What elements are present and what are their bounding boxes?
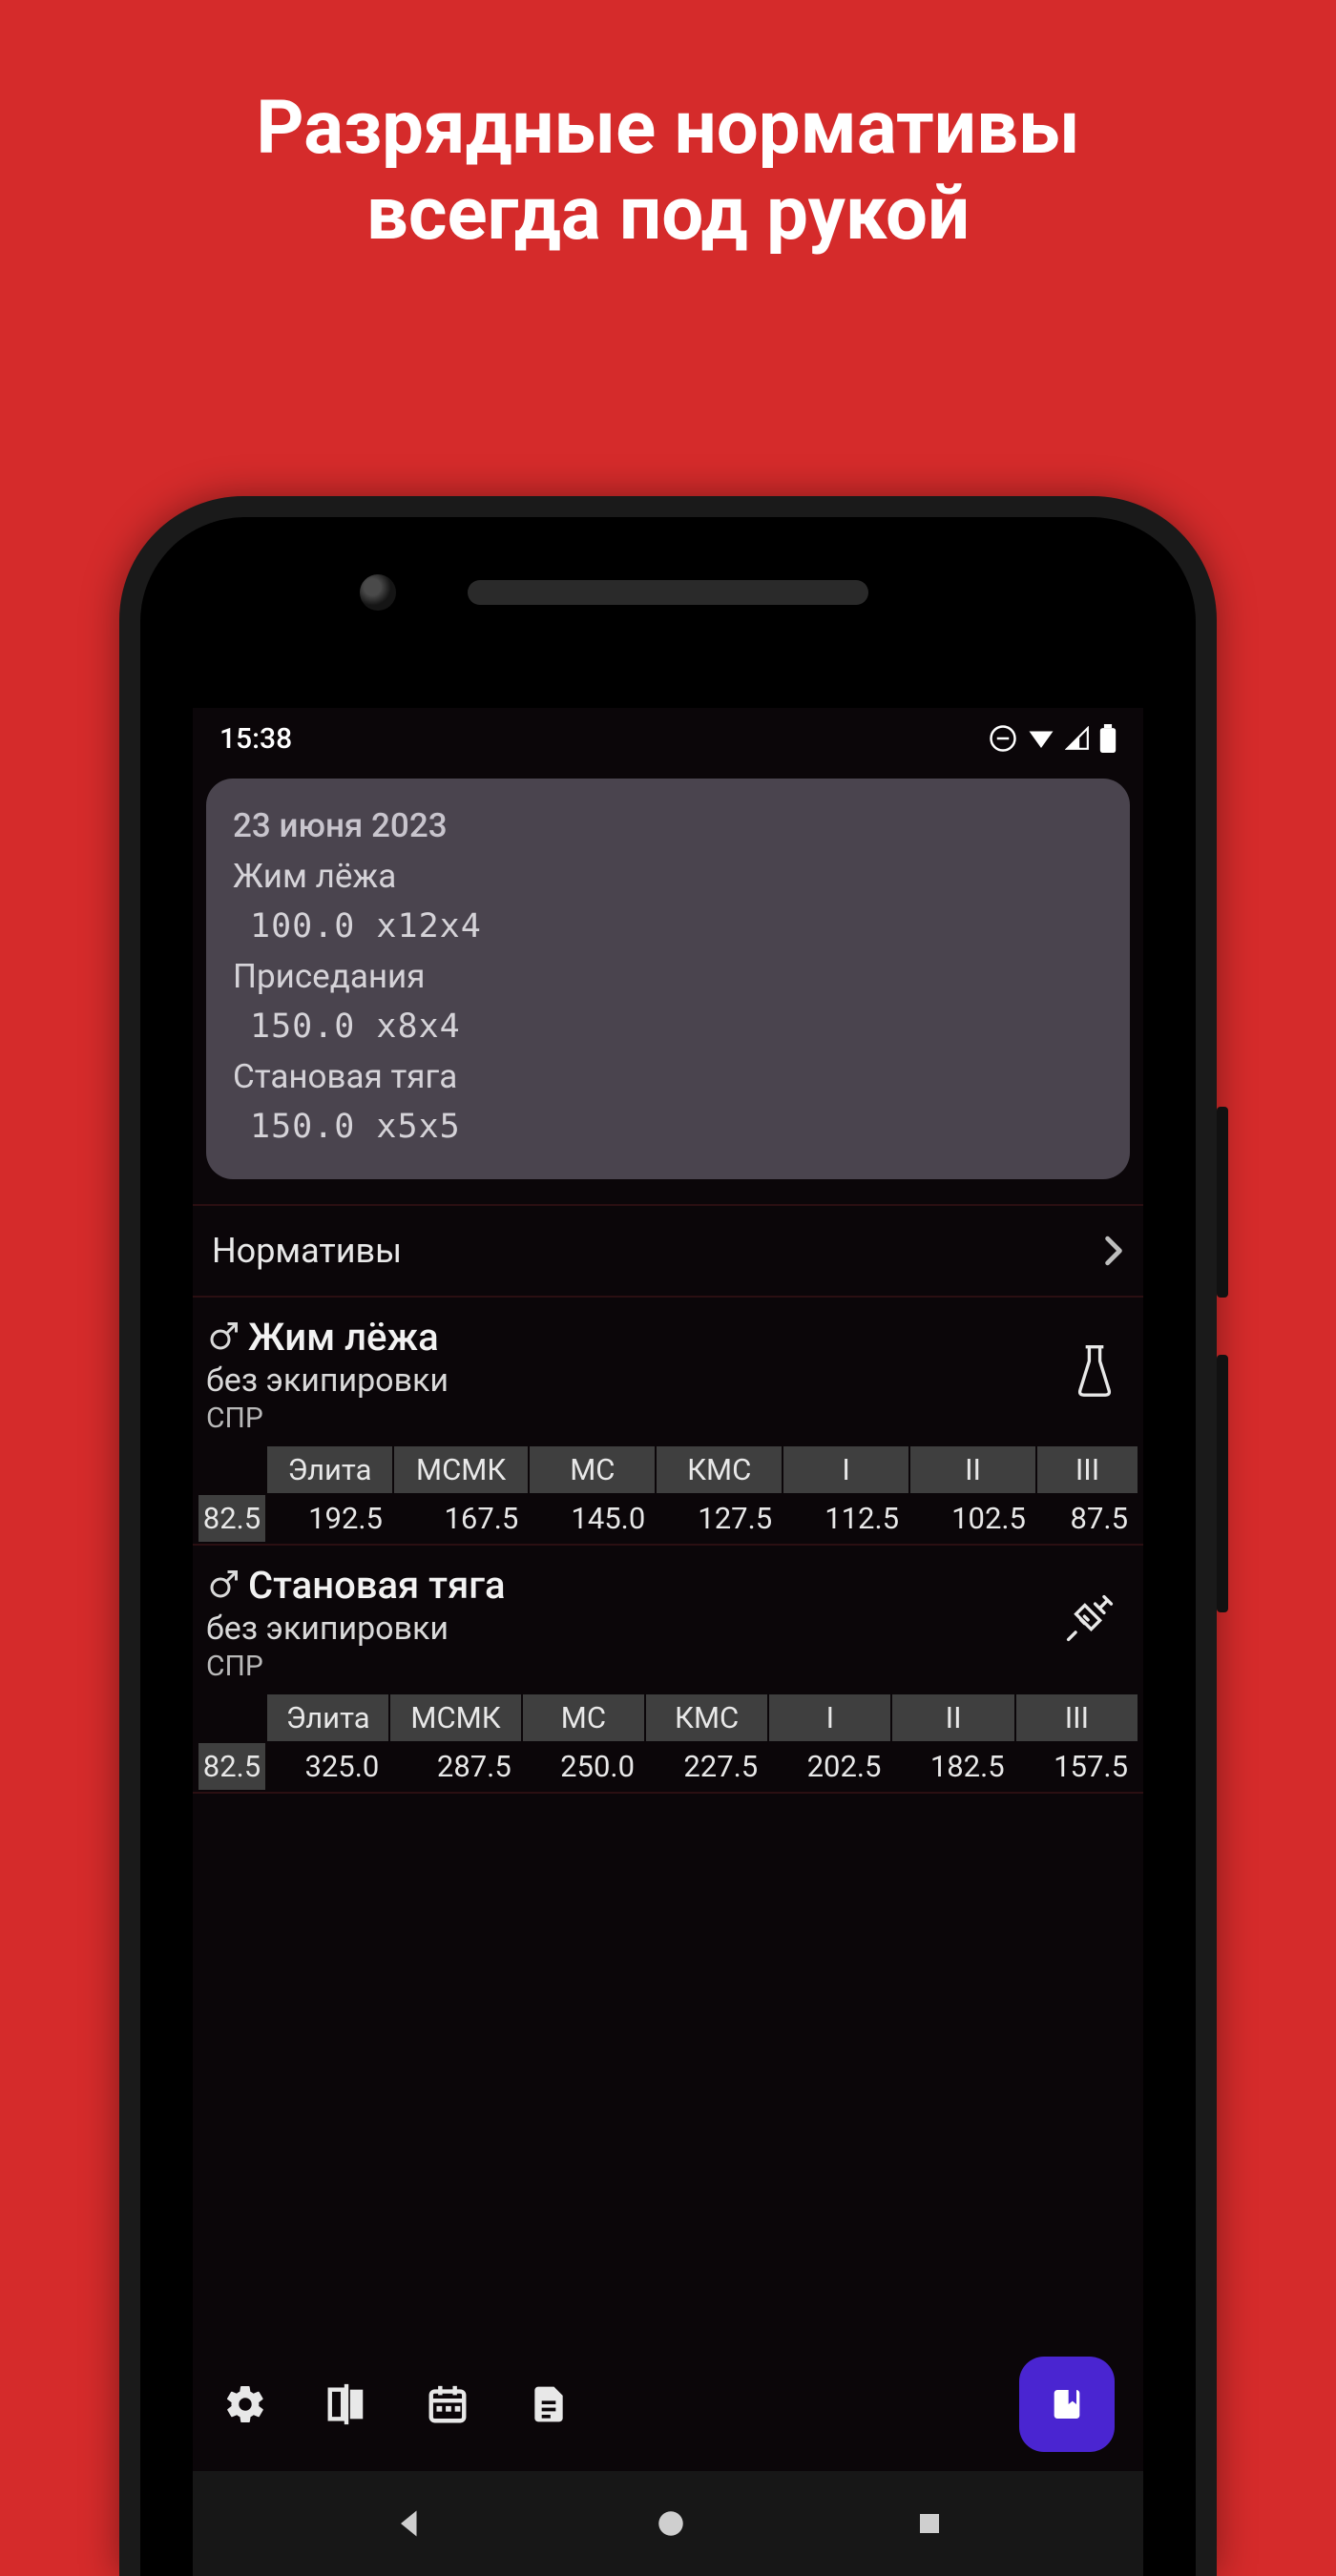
standard-value: 157.5 <box>1016 1743 1138 1790</box>
grade-header: I <box>783 1446 908 1493</box>
camera <box>360 574 396 611</box>
workout-exercise: Приседания <box>233 952 1103 1003</box>
system-nav <box>193 2471 1143 2576</box>
lift-subtitle: без экипировки <box>206 1361 1073 1400</box>
workout-set: 100.0 x12x4 <box>233 902 1103 952</box>
standards-table: Элита МСМК МС КМС I II III 82.5 192.5 16… <box>197 1444 1139 1544</box>
earpiece <box>468 580 868 605</box>
standard-value: 250.0 <box>523 1743 644 1790</box>
standards-label: Нормативы <box>212 1231 402 1271</box>
grade-header: II <box>910 1446 1035 1493</box>
calendar-button[interactable] <box>424 2380 471 2428</box>
standard-value: 145.0 <box>530 1495 655 1542</box>
male-icon <box>206 1319 240 1354</box>
signal-icon <box>1065 726 1090 751</box>
chevron-right-icon <box>1103 1236 1124 1266</box>
weight-class: 82.5 <box>198 1495 265 1542</box>
syringe-icon <box>1063 1591 1117 1645</box>
standards-table: Элита МСМК МС КМС I II III 82.5 325.0 28… <box>197 1693 1139 1792</box>
grade-header: МС <box>523 1694 644 1741</box>
dnd-icon <box>989 724 1017 753</box>
recents-icon[interactable] <box>915 2509 944 2538</box>
grade-header: МСМК <box>394 1446 528 1493</box>
grade-header: КМС <box>646 1694 767 1741</box>
standard-value: 127.5 <box>657 1495 782 1542</box>
table-row: 82.5 325.0 287.5 250.0 227.5 202.5 182.5… <box>198 1743 1138 1790</box>
grade-header: Элита <box>267 1446 392 1493</box>
lift-title: Жим лёжа <box>248 1315 439 1360</box>
wifi-icon <box>1027 724 1055 753</box>
standard-value: 102.5 <box>910 1495 1035 1542</box>
grade-header: II <box>892 1694 1013 1741</box>
standard-value: 202.5 <box>769 1743 890 1790</box>
side-button <box>1217 1107 1228 1298</box>
document-icon <box>528 2383 570 2425</box>
compare-button[interactable] <box>323 2380 370 2428</box>
settings-button[interactable] <box>221 2380 269 2428</box>
standard-value: 112.5 <box>783 1495 908 1542</box>
promo-line2: всегда под рукой <box>366 171 970 258</box>
table-row: 82.5 192.5 167.5 145.0 127.5 112.5 102.5… <box>198 1495 1138 1542</box>
standards-fab[interactable] <box>1019 2357 1115 2452</box>
back-icon[interactable] <box>392 2506 427 2541</box>
standard-value: 167.5 <box>394 1495 528 1542</box>
workout-card[interactable]: 23 июня 2023 Жим лёжа 100.0 x12x4 Присед… <box>206 779 1130 1179</box>
grade-header: III <box>1016 1694 1138 1741</box>
lift-title: Становая тяга <box>248 1563 506 1608</box>
app-screen: 15:38 23 июня 2023 Жим лёжа 100.0 x12x4 … <box>193 708 1143 2576</box>
standards-row[interactable]: Нормативы <box>193 1204 1143 1298</box>
side-button <box>1217 1355 1228 1612</box>
lift-block[interactable]: Жим лёжа без экипировки СПР Элита МСМК <box>193 1298 1143 1546</box>
workout-date: 23 июня 2023 <box>233 801 1103 852</box>
compare-icon <box>324 2382 368 2426</box>
status-bar: 15:38 <box>193 708 1143 769</box>
grade-header: МСМК <box>390 1694 520 1741</box>
grade-header: Элита <box>267 1694 388 1741</box>
notes-button[interactable] <box>525 2380 573 2428</box>
battery-icon <box>1099 724 1117 753</box>
grade-header: КМС <box>657 1446 782 1493</box>
male-icon <box>206 1568 240 1602</box>
lift-subtitle: без экипировки <box>206 1610 1063 1648</box>
promo-title: Разрядные нормативы всегда под рукой <box>0 0 1336 257</box>
workout-exercise: Становая тяга <box>233 1052 1103 1103</box>
phone-frame: 15:38 23 июня 2023 Жим лёжа 100.0 x12x4 … <box>119 496 1217 2576</box>
promo-line1: Разрядные нормативы <box>256 85 1079 172</box>
bookmark-icon <box>1048 2385 1086 2423</box>
standard-value: 87.5 <box>1037 1495 1138 1542</box>
status-time: 15:38 <box>219 722 292 756</box>
grade-header: III <box>1037 1446 1138 1493</box>
status-icons <box>989 724 1117 753</box>
table-header-row: Элита МСМК МС КМС I II III <box>198 1694 1138 1741</box>
flask-icon <box>1073 1343 1117 1397</box>
standard-value: 287.5 <box>390 1743 520 1790</box>
grade-header: МС <box>530 1446 655 1493</box>
table-header-row: Элита МСМК МС КМС I II III <box>198 1446 1138 1493</box>
standard-value: 325.0 <box>267 1743 388 1790</box>
workout-set: 150.0 x5x5 <box>233 1102 1103 1153</box>
weight-class: 82.5 <box>198 1743 265 1790</box>
standard-value: 227.5 <box>646 1743 767 1790</box>
calendar-icon <box>426 2382 470 2426</box>
grade-header: I <box>769 1694 890 1741</box>
lift-block[interactable]: Становая тяга без экипировки СПР Элита М… <box>193 1546 1143 1794</box>
gear-icon <box>223 2382 267 2426</box>
lift-federation: СПР <box>206 1402 1073 1435</box>
bottom-nav <box>193 2347 1143 2462</box>
standard-value: 182.5 <box>892 1743 1013 1790</box>
phone-inner: 15:38 23 июня 2023 Жим лёжа 100.0 x12x4 … <box>140 517 1196 2576</box>
standard-value: 192.5 <box>267 1495 392 1542</box>
lift-federation: СПР <box>206 1650 1063 1683</box>
workout-set: 150.0 x8x4 <box>233 1002 1103 1052</box>
workout-exercise: Жим лёжа <box>233 852 1103 903</box>
home-icon[interactable] <box>655 2507 687 2540</box>
